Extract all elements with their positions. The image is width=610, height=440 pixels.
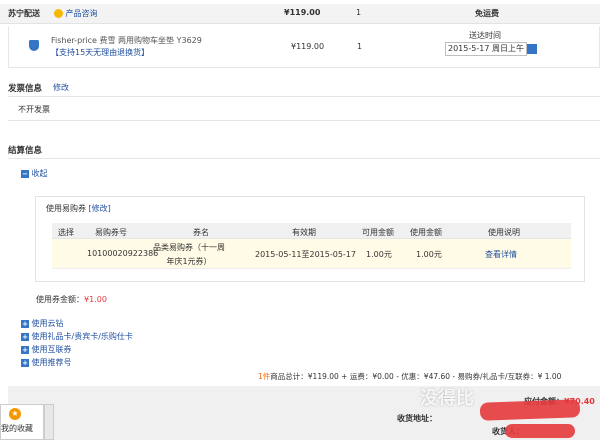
consult-link[interactable]: 产品咨询	[54, 8, 98, 19]
plus-icon: +	[21, 345, 29, 354]
star-icon: ★	[9, 408, 21, 420]
invoice-title: 发票信息	[8, 84, 43, 94]
coupon-label: 使用易购券 [修改]	[46, 204, 111, 213]
coupon-used: 1.00元	[416, 250, 442, 259]
coupon-table-header: 选择 易购券号 券名 有效期 可用金额 使用金额 使用说明	[52, 223, 571, 239]
address-label: 收货地址：	[397, 414, 437, 423]
shipping-vendor: 苏宁配送	[8, 9, 40, 18]
redaction-mark	[505, 424, 575, 438]
option-use-gift-card[interactable]: + 使用礼品卡/贵宾卡/乐购仕卡	[21, 331, 133, 342]
plus-icon: +	[21, 332, 29, 341]
divider	[8, 158, 600, 159]
freight-status: 免运费	[475, 9, 499, 18]
invoice-edit-link[interactable]: 修改	[53, 82, 69, 93]
header-coupon-number: 易购券号	[95, 228, 127, 237]
shipping-header: 苏宁配送 产品咨询 ¥119.00 1 免运费	[0, 4, 600, 24]
order-summary: 1件商品总计：¥119.00 + 运费：¥0.00 - 优惠：¥47.60 - …	[258, 372, 562, 381]
favorites-label: 我的收藏	[1, 424, 33, 433]
item-price: ¥119.00	[291, 42, 325, 51]
coupon-available: 1.00元	[366, 250, 392, 259]
header-select: 选择	[58, 228, 74, 237]
shipping-price: ¥119.00	[284, 8, 321, 17]
header-used-amount: 使用金额	[410, 228, 442, 237]
return-policy-link[interactable]: 【支持15天无理由退换货】	[51, 47, 149, 58]
coupon-row[interactable]: 10100020922386 品类易购券（十一周 年庆1元券） 2015-05-…	[52, 239, 571, 269]
header-coupon-name: 券名	[193, 228, 209, 237]
coupon-validity: 2015-05-11至2015-05-17	[255, 250, 356, 259]
product-name-link[interactable]: Fisher-price 费雪 两用购物车坐垫 Y3629	[51, 35, 202, 46]
shipping-qty: 1	[356, 8, 362, 17]
smile-icon	[54, 9, 63, 18]
header-instructions: 使用说明	[488, 228, 520, 237]
calendar-icon[interactable]	[526, 43, 537, 54]
minus-icon: −	[21, 169, 29, 178]
collapse-toggle[interactable]: − 收起	[21, 168, 48, 179]
delivery-time-field[interactable]: 2015-5-17 周日上午	[445, 42, 537, 56]
header-available-amount: 可用金额	[362, 228, 394, 237]
option-use-referral[interactable]: + 使用推荐号	[21, 357, 72, 368]
coupon-details-link[interactable]: 查看详情	[485, 249, 517, 260]
favorites-widget[interactable]: ★ 我的收藏	[0, 404, 44, 440]
coupon-number: 10100020922386	[87, 249, 159, 258]
plus-icon: +	[21, 358, 29, 367]
coupon-amount: 使用券金额：¥1.00	[36, 295, 107, 304]
plus-icon: +	[21, 319, 29, 328]
favorites-side-tab[interactable]	[44, 404, 54, 440]
cart-item-row: Fisher-price 费雪 两用购物车坐垫 Y3629 【支持15天无理由退…	[8, 26, 600, 68]
shield-icon	[29, 40, 39, 51]
option-use-hulian-coupon[interactable]: + 使用互联券	[21, 344, 72, 355]
divider	[8, 120, 600, 121]
option-use-yunzuan[interactable]: + 使用云钻	[21, 318, 64, 329]
watermark-logo: 没得比	[420, 388, 474, 409]
delivery-time-label: 送达时间	[469, 31, 501, 40]
redaction-mark	[479, 399, 581, 421]
coupon-panel: 使用易购券 [修改] 选择 易购券号 券名 有效期 可用金额 使用金额 使用说明…	[35, 196, 585, 282]
coupon-name: 品类易购券（十一周 年庆1元券）	[153, 243, 225, 266]
invoice-value: 不开发票	[18, 105, 50, 114]
divider	[8, 96, 600, 97]
coupon-edit-link[interactable]: [修改]	[89, 204, 111, 213]
delivery-time-value: 2015-5-17 周日上午	[445, 42, 527, 56]
settlement-title: 结算信息	[8, 146, 43, 156]
item-qty: 1	[357, 42, 363, 51]
header-validity: 有效期	[292, 228, 316, 237]
